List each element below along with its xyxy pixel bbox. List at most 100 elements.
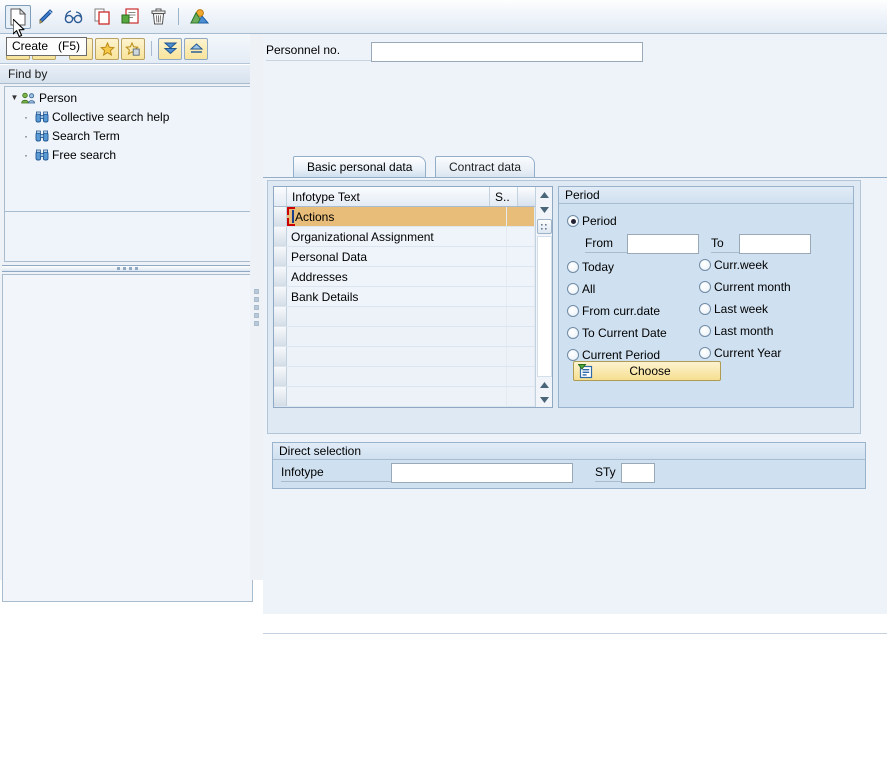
personnel-no-input[interactable] bbox=[371, 42, 643, 62]
radio-button-icon[interactable] bbox=[699, 303, 711, 315]
display-glasses-icon[interactable] bbox=[61, 5, 87, 29]
radio-button-icon[interactable] bbox=[699, 325, 711, 337]
infotype-input[interactable] bbox=[391, 463, 573, 483]
radio-label: All bbox=[582, 282, 596, 296]
cell-sty[interactable] bbox=[507, 307, 535, 326]
cell-infotype-text[interactable]: Bank Details bbox=[287, 287, 507, 306]
column-header-infotype-text[interactable]: Infotype Text bbox=[287, 187, 490, 206]
row-selector[interactable] bbox=[274, 267, 287, 286]
tab-basic-personal-data[interactable]: Basic personal data bbox=[293, 156, 427, 177]
row-selector[interactable] bbox=[274, 307, 287, 326]
table-row[interactable]: Actions bbox=[274, 207, 535, 227]
radio-button-icon[interactable] bbox=[699, 259, 711, 271]
add-favorite-star-icon[interactable] bbox=[95, 37, 119, 60]
cell-sty[interactable] bbox=[507, 227, 535, 246]
table-row[interactable] bbox=[274, 367, 535, 387]
table-row[interactable]: Addresses bbox=[274, 267, 535, 287]
edit-icon[interactable] bbox=[33, 5, 59, 29]
chevron-down-icon[interactable]: ▼ bbox=[9, 92, 20, 103]
choose-button-label: Choose bbox=[629, 364, 671, 378]
cell-infotype-text[interactable] bbox=[287, 367, 507, 386]
row-select-header[interactable] bbox=[274, 187, 287, 206]
tree-node-collective-search-help[interactable]: · Collective search help bbox=[5, 107, 252, 126]
delete-favorite-star-icon[interactable] bbox=[121, 37, 145, 60]
tab-strip: Contract data Basic personal data bbox=[283, 156, 883, 178]
navigation-panel: Find by ▼ Person · Collective search hel… bbox=[0, 34, 256, 602]
delete-trash-icon[interactable] bbox=[145, 5, 171, 29]
tree-node-free-search[interactable]: · Free search bbox=[5, 145, 252, 164]
cell-infotype-text[interactable]: Actions bbox=[287, 207, 507, 226]
cell-sty[interactable] bbox=[507, 347, 535, 366]
scrollbar-thumb[interactable] bbox=[536, 219, 552, 234]
cell-sty[interactable] bbox=[507, 387, 535, 406]
infotype-label: Infotype bbox=[281, 465, 391, 482]
radio-button-icon[interactable] bbox=[567, 349, 579, 361]
table-row[interactable] bbox=[274, 327, 535, 347]
cell-sty[interactable] bbox=[507, 267, 535, 286]
cell-infotype-text[interactable]: Organizational Assignment bbox=[287, 227, 507, 246]
radio-button-icon[interactable] bbox=[567, 261, 579, 273]
from-label: From bbox=[585, 236, 627, 253]
delimit-icon[interactable] bbox=[117, 5, 143, 29]
cell-infotype-text[interactable]: Personal Data bbox=[287, 247, 507, 266]
radio-button-icon[interactable] bbox=[567, 283, 579, 295]
tree-node-person[interactable]: ▼ Person bbox=[5, 88, 252, 107]
radio-button-icon[interactable] bbox=[567, 305, 579, 317]
row-selector[interactable] bbox=[274, 227, 287, 246]
scroll-down-icon[interactable] bbox=[537, 202, 552, 217]
radio-button-icon[interactable] bbox=[699, 347, 711, 359]
horizontal-splitter[interactable] bbox=[2, 265, 253, 272]
cell-sty[interactable] bbox=[507, 287, 535, 306]
collapse-all-icon[interactable] bbox=[184, 37, 208, 60]
row-selector[interactable] bbox=[274, 207, 287, 226]
cell-infotype-text[interactable]: Addresses bbox=[287, 267, 507, 286]
scroll-page-up-icon[interactable] bbox=[537, 377, 552, 392]
radio-curr-week[interactable]: Curr.week bbox=[699, 254, 791, 276]
row-selector[interactable] bbox=[274, 347, 287, 366]
column-header-corner[interactable] bbox=[518, 187, 535, 206]
copy-icon[interactable] bbox=[89, 5, 115, 29]
vertical-splitter[interactable] bbox=[250, 34, 263, 580]
cell-sty[interactable] bbox=[507, 247, 535, 266]
person-group-icon bbox=[20, 92, 37, 104]
table-row[interactable] bbox=[274, 307, 535, 327]
cell-infotype-text[interactable] bbox=[287, 327, 507, 346]
scroll-up-icon[interactable] bbox=[537, 187, 552, 202]
table-row[interactable]: Personal Data bbox=[274, 247, 535, 267]
cell-infotype-text[interactable] bbox=[287, 387, 507, 406]
cell-sty[interactable] bbox=[507, 367, 535, 386]
scrollbar-track[interactable] bbox=[536, 236, 552, 377]
cell-sty[interactable] bbox=[507, 207, 535, 226]
overview-picture-icon[interactable] bbox=[186, 5, 212, 29]
radio-label: Today bbox=[582, 260, 615, 274]
expand-all-icon[interactable] bbox=[158, 37, 182, 60]
row-selector[interactable] bbox=[274, 247, 287, 266]
table-row[interactable] bbox=[274, 347, 535, 367]
search-tree: ▼ Person · Collective search help · Sear… bbox=[4, 86, 253, 212]
cell-infotype-text[interactable] bbox=[287, 307, 507, 326]
row-selector[interactable] bbox=[274, 367, 287, 386]
row-selector[interactable] bbox=[274, 287, 287, 306]
sty-input[interactable] bbox=[621, 463, 655, 483]
radio-button-icon[interactable] bbox=[699, 281, 711, 293]
cell-infotype-text[interactable] bbox=[287, 347, 507, 366]
radio-last-week[interactable]: Last week bbox=[699, 298, 791, 320]
tree-node-label: Collective search help bbox=[52, 109, 170, 124]
row-selector[interactable] bbox=[274, 327, 287, 346]
table-row[interactable]: Bank Details bbox=[274, 287, 535, 307]
table-scrollbar[interactable] bbox=[535, 187, 552, 407]
row-selector[interactable] bbox=[274, 387, 287, 406]
radio-button-icon[interactable] bbox=[567, 327, 579, 339]
scroll-page-down-icon[interactable] bbox=[537, 392, 552, 407]
tree-node-search-term[interactable]: · Search Term bbox=[5, 126, 252, 145]
radio-button-icon[interactable] bbox=[567, 215, 579, 227]
cell-sty[interactable] bbox=[507, 327, 535, 346]
choose-button[interactable]: Choose bbox=[573, 361, 721, 381]
column-header-sty[interactable]: S.. bbox=[490, 187, 518, 206]
table-row[interactable]: Organizational Assignment bbox=[274, 227, 535, 247]
radio-last-month[interactable]: Last month bbox=[699, 320, 791, 342]
radio-current-month[interactable]: Current month bbox=[699, 276, 791, 298]
tab-contract-data[interactable]: Contract data bbox=[435, 156, 536, 177]
from-date-input[interactable] bbox=[627, 234, 699, 254]
table-row[interactable] bbox=[274, 387, 535, 407]
